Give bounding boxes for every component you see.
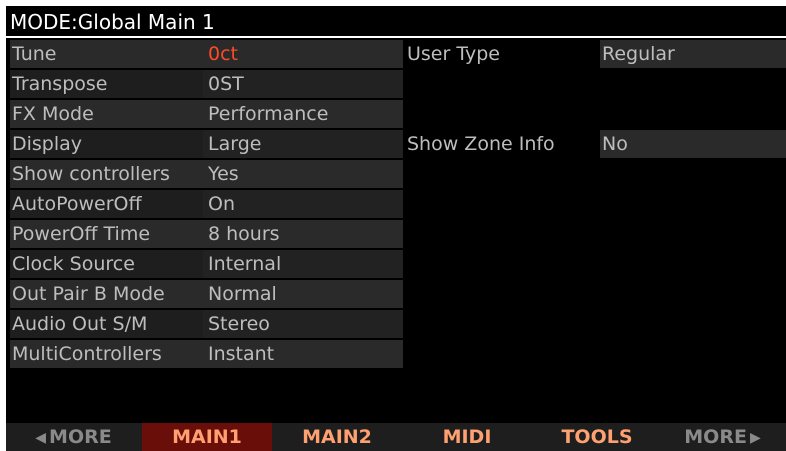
param-label: Out Pair B Mode [10,280,208,308]
softkey-main1[interactable]: MAIN1 [142,423,272,451]
param-value-autopoweroff[interactable]: On [203,190,403,218]
param-row-clock-source: Clock Source Internal [6,250,786,278]
arrow-left-icon: ◀ [35,429,47,446]
param-row-multicontrollers: MultiControllers Instant [6,340,786,368]
softkey-bar: ◀ MORE MAIN1 MAIN2 MIDI TOOLS MORE ▶ [6,423,786,451]
param-row-tune: Tune 0ct User Type Regular [6,40,786,68]
softkey-label: MAIN2 [302,426,372,448]
param-row-display: Display Large Show Zone Info No [6,130,786,158]
param-value-transpose[interactable]: 0ST [203,70,403,98]
param-value-display[interactable]: Large [203,130,403,158]
softkey-main2[interactable]: MAIN2 [272,423,402,451]
param-label: Show controllers [10,160,208,188]
softkey-midi[interactable]: MIDI [402,423,532,451]
param-label: Show Zone Info [407,133,555,155]
param-row-fx-mode: FX Mode Performance [6,100,786,128]
param-row-out-pair-b-mode: Out Pair B Mode Normal [6,280,786,308]
softkey-more-right[interactable]: MORE ▶ [662,423,786,451]
param-label: Tune [10,40,208,68]
display-screen: MODE:Global Main 1 Tune 0ct User Type Re… [6,6,786,451]
param-value-clock-source[interactable]: Internal [203,250,403,278]
param-value-user-type[interactable]: Regular [600,40,786,68]
param-label: Audio Out S/M [10,310,208,338]
param-row-autopoweroff: AutoPowerOff On [6,190,786,218]
param-label: User Type [407,43,500,65]
param-label: FX Mode [10,100,208,128]
param-value-fx-mode[interactable]: Performance [203,100,403,128]
param-value-audio-out-sm[interactable]: Stereo [203,310,403,338]
param-value-poweroff-time[interactable]: 8 hours [203,220,403,248]
param-value-show-zone-info[interactable]: No [600,130,786,158]
softkey-more-left[interactable]: ◀ MORE [6,423,138,451]
param-label: Transpose [10,70,208,98]
param-row-transpose: Transpose 0ST [6,70,786,98]
param-value-tune[interactable]: 0ct [203,40,403,68]
softkey-label: MORE [49,426,112,448]
mode-title: MODE:Global Main 1 [6,6,786,38]
softkey-tools[interactable]: TOOLS [532,423,662,451]
softkey-label: MORE [684,426,747,448]
param-value-out-pair-b-mode[interactable]: Normal [203,280,403,308]
param-label: Display [10,130,208,158]
softkey-label: MAIN1 [172,426,242,448]
param-value-multicontrollers[interactable]: Instant [203,340,403,368]
param-label: AutoPowerOff [10,190,208,218]
param-row-show-controllers: Show controllers Yes [6,160,786,188]
param-label: MultiControllers [10,340,208,368]
softkey-label: MIDI [442,426,492,448]
param-row-poweroff-time: PowerOff Time 8 hours [6,220,786,248]
param-label: Clock Source [10,250,208,278]
param-label: PowerOff Time [10,220,208,248]
param-value-show-controllers[interactable]: Yes [203,160,403,188]
softkey-label: TOOLS [561,426,633,448]
arrow-right-icon: ▶ [749,429,761,446]
param-row-audio-out-sm: Audio Out S/M Stereo [6,310,786,338]
